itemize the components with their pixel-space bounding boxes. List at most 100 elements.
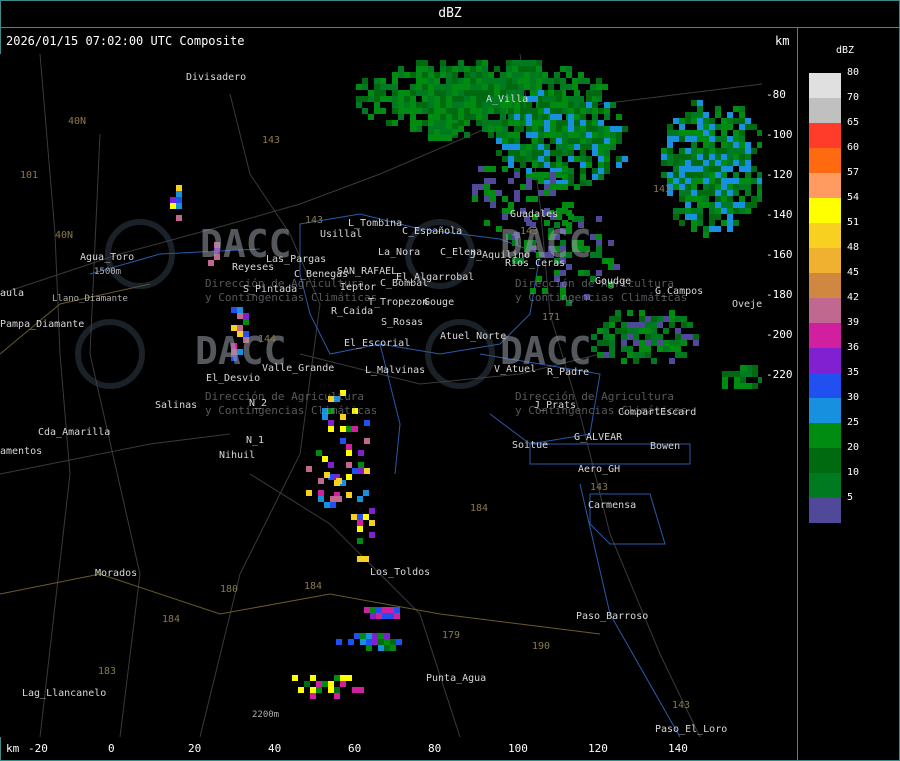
radar-echo [715, 124, 721, 130]
radar-echo [340, 675, 346, 681]
route-label: 143 [590, 482, 609, 493]
radar-echo [357, 556, 363, 562]
place-label: S_Rosas [381, 317, 424, 328]
radar-echo [544, 108, 550, 114]
radar-echo [458, 78, 464, 84]
radar-echo [709, 172, 715, 178]
radar-echo [745, 142, 751, 148]
radar-echo [627, 328, 633, 334]
radar-echo [514, 126, 520, 132]
radar-echo [458, 90, 464, 96]
radar-echo [422, 120, 428, 126]
radar-echo [727, 208, 733, 214]
radar-echo [542, 96, 548, 102]
radar-echo [562, 202, 568, 208]
place-label: N_2 [249, 398, 268, 409]
radar-echo [586, 138, 592, 144]
radar-echo [363, 514, 369, 520]
radar-echo [673, 184, 679, 190]
radar-echo [697, 214, 703, 220]
radar-echo [476, 60, 482, 66]
radar-echo [590, 84, 596, 90]
radar-echo [740, 377, 746, 383]
radar-echo [709, 118, 715, 124]
radar-echo [727, 166, 733, 172]
radar-echo [746, 365, 752, 371]
place-label: SAN_RAFAEL [337, 266, 398, 277]
radar-echo [544, 150, 550, 156]
legend-value: 30 [847, 392, 860, 403]
radar-echo [681, 352, 687, 358]
radar-echo [727, 214, 733, 220]
timestamp-header: 2026/01/15 07:02:00 UTC Composite [6, 34, 245, 48]
radar-echo [566, 66, 572, 72]
radar-echo [357, 538, 363, 544]
radar-echo [336, 496, 342, 502]
radar-echo [745, 208, 751, 214]
place-label: G_ALVEAR [574, 432, 623, 443]
radar-echo [697, 148, 703, 154]
radar-echo [410, 126, 416, 132]
legend-unit: dBZ [836, 45, 855, 56]
radar-echo [709, 154, 715, 160]
radar-echo [538, 178, 544, 184]
radar-echo [580, 180, 586, 186]
legend-value: 51 [847, 217, 860, 228]
radar-echo [416, 126, 422, 132]
radar-map[interactable]: DACC DACC DACC DACC Dirección de Agricul… [0, 54, 762, 737]
radar-echo [398, 90, 404, 96]
radar-echo [721, 196, 727, 202]
radar-echo [703, 184, 709, 190]
radar-echo [502, 196, 508, 202]
radar-echo [679, 154, 685, 160]
radar-echo [691, 178, 697, 184]
x-tick-label: 40 [268, 742, 282, 755]
radar-echo [440, 60, 446, 66]
radar-echo [685, 112, 691, 118]
radar-echo [722, 377, 728, 383]
y-tick-label: -160 [766, 248, 793, 261]
radar-echo [685, 208, 691, 214]
radar-echo [514, 150, 520, 156]
radar-echo [568, 144, 574, 150]
radar-echo [538, 150, 544, 156]
radar-echo [709, 208, 715, 214]
radar-echo [697, 154, 703, 160]
radar-echo [709, 148, 715, 154]
radar-echo [470, 108, 476, 114]
radar-echo [514, 190, 520, 196]
radar-echo [568, 126, 574, 132]
radar-echo [508, 162, 514, 168]
radar-echo [733, 184, 739, 190]
place-label: L_Malvinas [365, 365, 426, 376]
radar-echo [578, 72, 584, 78]
place-label: Los_Toldos [370, 567, 431, 578]
radar-echo [721, 148, 727, 154]
legend-value: 65 [847, 117, 860, 128]
radar-echo [693, 334, 699, 340]
radar-echo [669, 316, 675, 322]
radar-echo [360, 633, 366, 639]
radar-echo [472, 196, 478, 202]
legend-value: 80 [847, 67, 860, 78]
radar-echo [514, 156, 520, 162]
place-label: Las_Pargas [266, 254, 327, 265]
radar-echo [366, 645, 372, 651]
radar-echo [657, 316, 663, 322]
radar-echo [604, 168, 610, 174]
radar-echo [550, 102, 556, 108]
radar-echo [538, 108, 544, 114]
radar-echo [446, 96, 452, 102]
radar-echo [494, 78, 500, 84]
place-label: R_Padre [547, 367, 590, 378]
radar-echo [663, 328, 669, 334]
place-label: C_Española [402, 226, 463, 237]
radar-echo [392, 84, 398, 90]
radar-echo [667, 130, 673, 136]
radar-echo [739, 166, 745, 172]
place-label: Morados [95, 568, 138, 579]
radar-echo [380, 78, 386, 84]
radar-echo [681, 334, 687, 340]
radar-echo [679, 118, 685, 124]
radar-echo [685, 202, 691, 208]
